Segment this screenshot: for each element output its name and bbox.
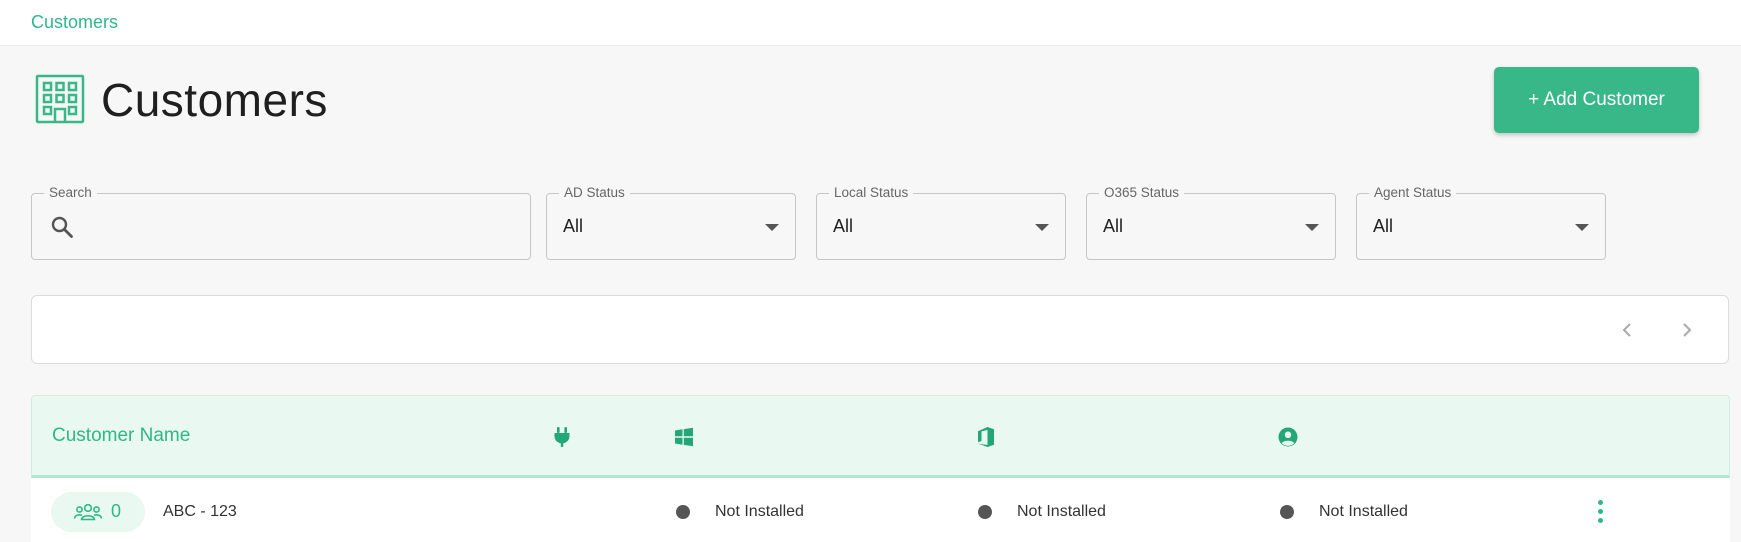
chevron-left-icon (1622, 323, 1631, 337)
breadcrumb-customers[interactable]: Customers (31, 12, 118, 33)
local-status-label: Local Status (829, 184, 914, 202)
search-icon (51, 216, 73, 238)
agent-status-text: Not Installed (1319, 503, 1408, 520)
plug-icon (554, 427, 570, 447)
agent-status-value: All (1373, 216, 1394, 236)
search-field: Search (31, 184, 531, 260)
chevron-down-icon (1305, 224, 1319, 231)
customer-name[interactable]: ABC - 123 (163, 503, 237, 521)
column-customer-name[interactable]: Customer Name (52, 425, 190, 447)
chevron-right-icon (1683, 323, 1692, 337)
ad-status-label: AD Status (559, 184, 630, 202)
user-circle-icon (1278, 427, 1298, 447)
search-input[interactable] (88, 208, 508, 246)
windows-status-dot (676, 505, 690, 519)
o365-status-label: O365 Status (1099, 184, 1185, 202)
add-customer-button[interactable]: + Add Customer (1494, 67, 1699, 133)
user-count-badge[interactable]: 0 (51, 492, 145, 532)
local-status-value: All (833, 216, 854, 236)
chevron-down-icon (1035, 224, 1049, 231)
pagination-bar (31, 295, 1729, 364)
user-count: 0 (111, 501, 122, 521)
agent-status-label: Agent Status (1369, 184, 1457, 202)
o365-status-select[interactable]: O365 Status All (1086, 184, 1336, 260)
windows-icon (675, 427, 693, 447)
agent-status-select[interactable]: Agent Status All (1356, 184, 1606, 260)
chevron-down-icon (765, 224, 779, 231)
building-icon (35, 74, 85, 124)
users-group-icon (73, 503, 103, 521)
top-bar: Customers (0, 0, 1741, 46)
table-header: Customer Name (31, 395, 1730, 478)
office-icon (978, 427, 994, 447)
ad-status-select[interactable]: AD Status All (546, 184, 796, 260)
ad-status-value: All (563, 216, 584, 236)
prev-page-button[interactable] (1611, 314, 1643, 346)
next-page-button[interactable] (1671, 314, 1703, 346)
page-title: Customers (101, 74, 328, 126)
table-row[interactable]: 0 ABC - 123 Not Installed Not Installed … (31, 478, 1730, 542)
windows-status-text: Not Installed (715, 503, 804, 520)
chevron-down-icon (1575, 224, 1589, 231)
search-label: Search (44, 184, 97, 202)
agent-status-dot (1280, 505, 1294, 519)
office-status-text: Not Installed (1017, 503, 1106, 520)
row-more-options-icon[interactable] (1595, 500, 1605, 524)
office-status-dot (978, 505, 992, 519)
o365-status-value: All (1103, 216, 1124, 236)
local-status-select[interactable]: Local Status All (816, 184, 1066, 260)
